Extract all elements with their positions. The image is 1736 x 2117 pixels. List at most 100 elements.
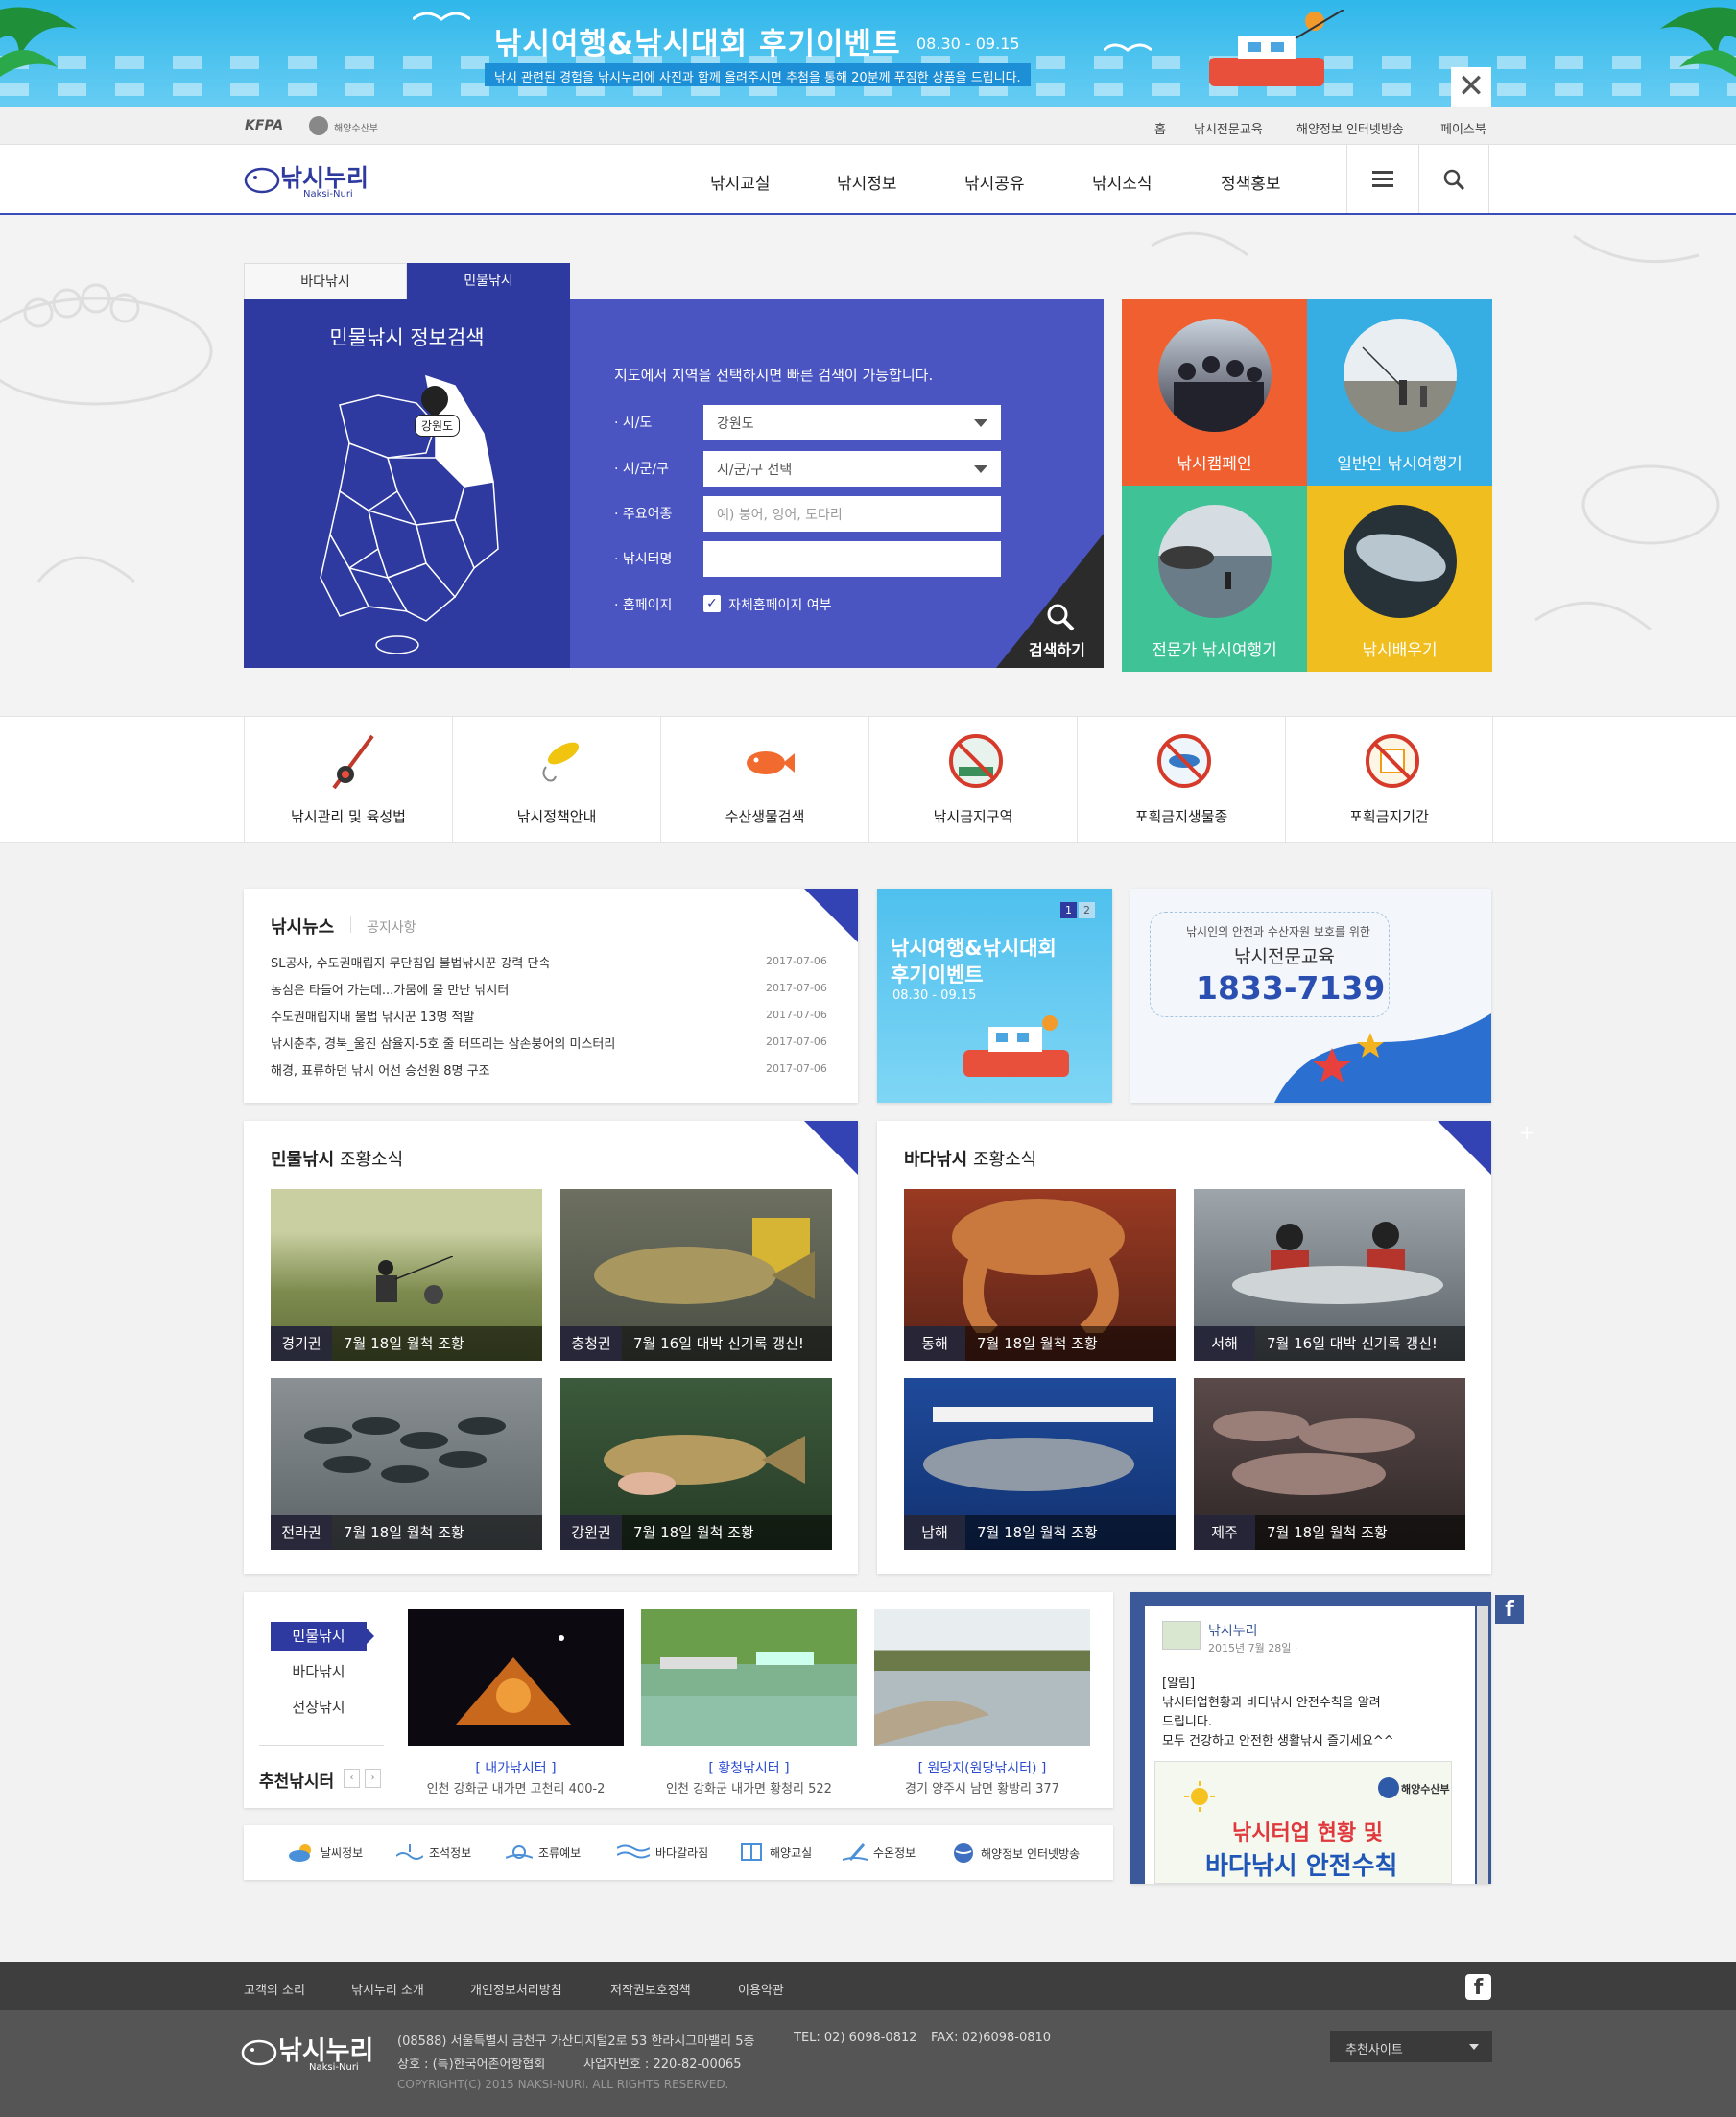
district-select[interactable]: 시/군/구 선택: [703, 451, 1001, 487]
footer-link-terms[interactable]: 이용약관: [738, 1980, 784, 1998]
recommend-photo[interactable]: [641, 1609, 857, 1746]
nav-policy[interactable]: 정책홍보: [1221, 170, 1281, 194]
facebook-link[interactable]: 페이스북: [1440, 119, 1486, 137]
recommend-tab-freshwater[interactable]: 민물낚시: [271, 1622, 367, 1651]
event-banner[interactable]: 낚시여행&낚시대회 후기이벤트 08.30 - 09.15 낚시 관련된 경험을…: [0, 0, 1736, 107]
news-more-button[interactable]: +: [804, 889, 901, 942]
tool-broadcast[interactable]: 해양정보 인터넷방송: [952, 1843, 1080, 1864]
education-title: 낚시전문교육: [1234, 946, 1335, 967]
hamburger-icon: [1371, 170, 1393, 187]
tile-learn-fishing[interactable]: 낚시배우기: [1307, 486, 1492, 672]
tab-freshwater-fishing[interactable]: 민물낚시: [407, 263, 570, 299]
report-photo[interactable]: 전라권 7월 18일 월척 조황: [271, 1378, 542, 1550]
report-photo[interactable]: 동해 7월 18일 월척 조황: [904, 1189, 1176, 1361]
event-promo-card[interactable]: 1 2 낚시여행&낚시대회 후기이벤트 08.30 - 09.15: [877, 889, 1112, 1103]
report-region: 제주: [1194, 1515, 1255, 1550]
map-marker-label: 강원도: [415, 415, 461, 437]
tab-notice[interactable]: 공지사항: [367, 917, 416, 937]
nav-fishing-share[interactable]: 낚시공유: [964, 170, 1025, 194]
species-input[interactable]: 예) 붕어, 잉어, 도다리: [703, 496, 1001, 532]
news-item[interactable]: 낚시춘추, 경북_울진 삼율지-5호 줄 터뜨리는 삼손붕어의 미스터리: [271, 1034, 615, 1052]
education-card[interactable]: 낚시인의 안전과 수산자원 보호를 위한 낚시전문교육 1833-7139: [1130, 889, 1491, 1103]
facebook-post[interactable]: 낚시누리 2015년 7월 28일 · [알림] 낚시터업현황과 바다낚시 안전…: [1145, 1606, 1475, 1884]
tool-marine-class[interactable]: 해양교실: [739, 1843, 812, 1862]
broadcast-link[interactable]: 해양정보 인터넷방송: [1296, 119, 1404, 137]
report-caption: 남해 7월 18일 월척 조황: [904, 1515, 1176, 1550]
tile-public-travelogue[interactable]: 일반인 낚시여행기: [1307, 299, 1492, 486]
report-photo[interactable]: 충청권 7월 16일 대박 신기록 갱신!: [560, 1189, 832, 1361]
boat-illustration-icon: [963, 1015, 1069, 1077]
education-link[interactable]: 낚시전문교육: [1194, 119, 1263, 137]
tab-news[interactable]: 낚시뉴스: [271, 914, 334, 939]
facebook-icon[interactable]: f: [1495, 1595, 1524, 1624]
footer-link-privacy[interactable]: 개인정보처리방침: [470, 1980, 562, 1998]
report-photo[interactable]: 제주 7월 18일 월척 조황: [1194, 1378, 1465, 1550]
tool-current[interactable]: 조류예보: [506, 1843, 581, 1862]
report-photo[interactable]: 경기권 7월 18일 월척 조황: [271, 1189, 542, 1361]
tile-expert-travelogue[interactable]: 전문가 낚시여행기: [1122, 486, 1307, 672]
search-button[interactable]: [1418, 145, 1489, 213]
tool-current-label: 조류예보: [538, 1845, 582, 1860]
ministry-logo-text[interactable]: 해양수산부: [334, 120, 378, 134]
tool-water-temp[interactable]: 수온정보: [843, 1843, 916, 1862]
recommend-photo[interactable]: [874, 1609, 1090, 1746]
news-item[interactable]: SL공사, 수도권매립지 무단침입 불법낚시꾼 강력 단속: [271, 953, 550, 971]
news-item[interactable]: 수도권매립지내 불법 낚시꾼 13명 적발: [271, 1007, 474, 1025]
quick-closed-season-label: 포획금지기간: [1349, 808, 1429, 825]
facebook-page-name[interactable]: 낚시누리: [1208, 1621, 1258, 1640]
tab-sea-fishing[interactable]: 바다낚시: [244, 263, 407, 299]
report-region: 경기권: [271, 1326, 332, 1361]
quick-closed-season[interactable]: 포획금지기간: [1285, 716, 1493, 843]
quick-species-search[interactable]: 수산생물검색: [660, 716, 868, 843]
nav-fishing-news[interactable]: 낚시소식: [1092, 170, 1153, 194]
home-link[interactable]: 홈: [1154, 119, 1166, 137]
quick-policy-guide[interactable]: 낚시정책안내: [452, 716, 660, 843]
report-photo[interactable]: 남해 7월 18일 월척 조황: [904, 1378, 1176, 1550]
quick-fishing-law[interactable]: 낚시관리 및 육성법: [244, 716, 452, 843]
footer-link-voice[interactable]: 고객의 소리: [244, 1980, 305, 1998]
nav-fishing-info[interactable]: 낚시정보: [837, 170, 897, 194]
close-banner-button[interactable]: ✕: [1451, 67, 1491, 107]
expert-travelogue-photo: [1158, 505, 1272, 618]
search-submit-button[interactable]: 검색하기: [1017, 595, 1104, 668]
report-photo[interactable]: 강원권 7월 18일 월척 조황: [560, 1378, 832, 1550]
province-select[interactable]: 강원도: [703, 405, 1001, 440]
recommend-prev-button[interactable]: ‹: [344, 1769, 360, 1788]
tool-sea-parting[interactable]: 바다갈라짐: [617, 1843, 708, 1862]
tool-water-temp-label: 수온정보: [873, 1845, 916, 1860]
news-item[interactable]: 농심은 타들어 가는데...가뭄에 물 만난 낚시터: [271, 980, 509, 998]
tile-campaign[interactable]: 낚시캠페인: [1122, 299, 1307, 486]
footer-link-about[interactable]: 낚시누리 소개: [351, 1980, 424, 1998]
news-item[interactable]: 해경, 표류하던 낚시 어선 승선원 8명 구조: [271, 1060, 490, 1079]
tile-public-travelogue-label: 일반인 낚시여행기: [1337, 455, 1463, 474]
recommend-photo[interactable]: [408, 1609, 624, 1746]
recommend-spot-name[interactable]: [ 원당지(원당낚시터) ]: [874, 1758, 1090, 1777]
korea-map[interactable]: [311, 367, 512, 654]
nav-fishing-class[interactable]: 낚시교실: [710, 170, 771, 194]
footer-facebook-icon[interactable]: f: [1465, 1974, 1491, 2000]
spot-name-input[interactable]: [703, 541, 1001, 577]
promo-page-1[interactable]: 1: [1060, 902, 1077, 918]
recommend-tab-sea[interactable]: 바다낚시: [271, 1657, 367, 1686]
tool-tide[interactable]: 조석정보: [396, 1843, 471, 1862]
kfpa-logo[interactable]: KFPA: [245, 118, 283, 133]
recommend-spot-name[interactable]: [ 내가낚시터 ]: [408, 1758, 624, 1777]
quick-no-fishing-zone[interactable]: 낚시금지구역: [868, 716, 1077, 843]
recommend-spot-name[interactable]: [ 황청낚시터 ]: [641, 1758, 857, 1777]
freshwater-more-button[interactable]: +: [804, 1121, 901, 1175]
facebook-scrollbar[interactable]: [1477, 1606, 1488, 1884]
menu-button[interactable]: [1346, 145, 1417, 213]
recommend-tab-boat[interactable]: 선상낚시: [271, 1693, 367, 1722]
footer-link-copyright[interactable]: 저작권보호정책: [610, 1980, 691, 1998]
recommend-next-button[interactable]: ›: [365, 1769, 381, 1788]
quick-protected-species[interactable]: 포획금지생물종: [1077, 716, 1285, 843]
family-site-select[interactable]: 추천사이트: [1330, 2031, 1492, 2062]
homepage-checkbox[interactable]: ✓: [703, 595, 721, 612]
promo-page-2[interactable]: 2: [1079, 902, 1095, 918]
site-logo[interactable]: 낚시누리 Naksi-Nuri: [244, 159, 369, 202]
sea-more-button[interactable]: +: [1438, 1121, 1534, 1175]
main-navigation: 낚시누리 Naksi-Nuri 낚시교실 낚시정보 낚시공유 낚시소식 정책홍보: [0, 145, 1736, 215]
report-photo[interactable]: 서해 7월 16일 대박 신기록 갱신!: [1194, 1189, 1465, 1361]
tool-weather[interactable]: 날씨정보: [288, 1843, 363, 1862]
tool-weather-label: 날씨정보: [321, 1845, 364, 1860]
